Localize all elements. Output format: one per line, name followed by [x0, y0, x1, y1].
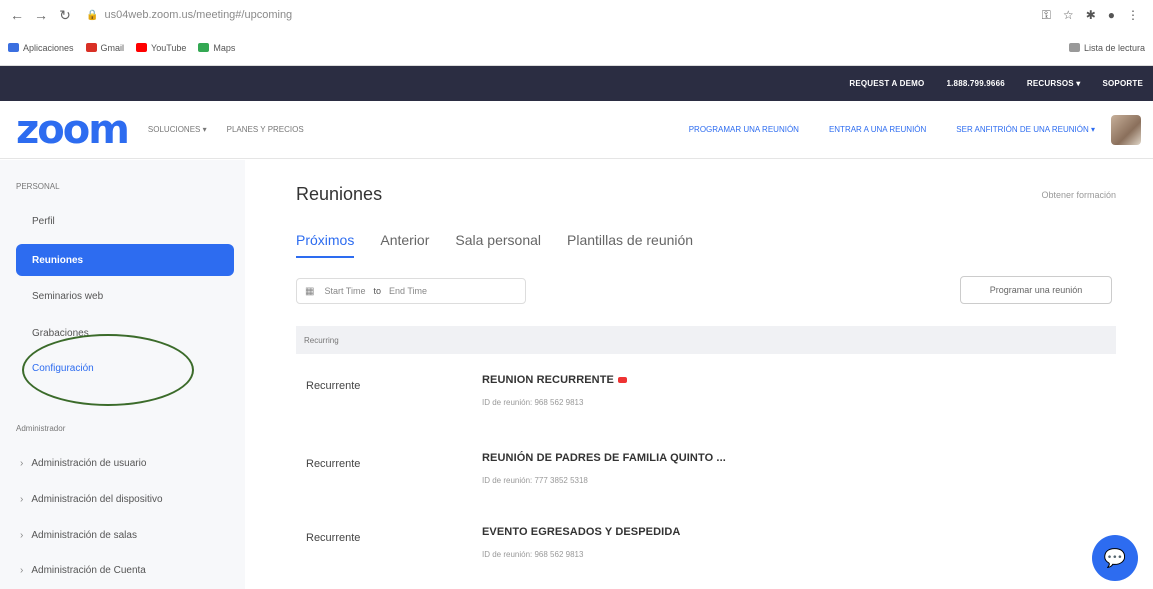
meeting-type: Recurrente: [306, 380, 361, 392]
bookmark-youtube[interactable]: YouTube: [136, 43, 186, 53]
key-icon[interactable]: ⚿: [1042, 8, 1051, 23]
avatar[interactable]: [1111, 114, 1141, 145]
chevron-right-icon: ›: [20, 565, 24, 576]
reload-icon[interactable]: ↻: [56, 6, 74, 24]
chevron-right-icon: ›: [20, 458, 24, 469]
address-bar[interactable]: 🔒 us04web.zoom.us/meeting#/upcoming: [80, 4, 1042, 26]
meeting-id: ID de reunión: 968 562 9813: [482, 398, 584, 407]
solutions-menu[interactable]: SOLUCIONES ▾: [148, 125, 207, 134]
page-title: Reuniones: [296, 184, 383, 204]
highlight-ellipse: [22, 334, 194, 406]
meeting-id: ID de reunión: 777 3852 5318: [482, 476, 588, 485]
forward-icon[interactable]: →: [32, 6, 50, 24]
request-demo-link[interactable]: REQUEST A DEMO: [849, 79, 924, 88]
chat-bubble-icon: 💬: [1103, 547, 1127, 568]
schedule-meeting-button[interactable]: Programar una reunión: [960, 276, 1112, 304]
meeting-type: Recurrente: [306, 458, 361, 470]
start-time-input[interactable]: Start Time: [324, 286, 365, 296]
tab-personal-room[interactable]: Sala personal: [455, 232, 541, 258]
recording-icon: [617, 377, 627, 384]
sidebar-section-personal: PERSONAL: [16, 182, 60, 191]
browser-toolbar: ← → ↻ 🔒 us04web.zoom.us/meeting#/upcomin…: [0, 0, 1153, 30]
sidebar-admin-rooms[interactable]: › Administración de salas: [20, 530, 137, 541]
phone-link[interactable]: 1.888.799.9666: [946, 79, 1004, 88]
apps-icon: [8, 43, 19, 52]
bookmarks-bar: Aplicaciones Gmail YouTube Maps Lista de…: [0, 30, 1153, 66]
maps-icon: [198, 43, 210, 52]
meeting-row[interactable]: Recurrente EVENTO EGRESADOS Y DESPEDIDA …: [296, 520, 1116, 580]
support-link[interactable]: SOPORTE: [1102, 79, 1143, 88]
meeting-row[interactable]: Recurrente REUNIÓN DE PADRES DE FAMILIA …: [296, 446, 1116, 506]
meeting-title-link[interactable]: REUNIÓN DE PADRES DE FAMILIA QUINTO ...: [482, 452, 726, 464]
menu-icon[interactable]: ⋮: [1127, 8, 1139, 23]
meeting-row[interactable]: Recurrente REUNION RECURRENTE ID de reun…: [296, 368, 1116, 428]
zoom-topbar: REQUEST A DEMO 1.888.799.9666 RECURSOS ▾…: [0, 66, 1153, 101]
zoom-logo[interactable]: zoom: [16, 107, 130, 153]
get-training-link[interactable]: Obtener formación: [1041, 190, 1116, 200]
tab-meeting-templates[interactable]: Plantillas de reunión: [567, 232, 693, 258]
host-meeting-menu[interactable]: SER ANFITRIÓN DE UNA REUNIÓN ▾: [956, 125, 1095, 134]
end-time-input[interactable]: End Time: [389, 286, 427, 296]
meeting-type: Recurrente: [306, 532, 361, 544]
lock-icon: 🔒: [86, 9, 99, 21]
bookmark-maps[interactable]: Maps: [198, 43, 235, 53]
sidebar-item-profile[interactable]: Perfil: [16, 205, 234, 237]
zoom-header: zoom SOLUCIONES ▾ PLANES Y PRECIOS PROGR…: [0, 101, 1153, 159]
resources-menu[interactable]: RECURSOS ▾: [1027, 79, 1081, 88]
gmail-icon: [85, 43, 97, 52]
chevron-right-icon: ›: [20, 494, 24, 505]
meeting-id: ID de reunión: 968 562 9813: [482, 550, 584, 559]
back-icon[interactable]: ←: [8, 6, 26, 24]
sidebar-admin-devices[interactable]: › Administración del dispositivo: [20, 494, 163, 505]
meeting-tabs: Próximos Anterior Sala personal Plantill…: [296, 232, 719, 258]
reading-list[interactable]: Lista de lectura: [1068, 43, 1145, 53]
sidebar-item-meetings[interactable]: Reuniones: [16, 244, 234, 276]
sidebar-admin-users[interactable]: › Administración de usuario: [20, 458, 146, 469]
bookmark-gmail[interactable]: Gmail: [85, 43, 124, 53]
sidebar-section-admin: Administrador: [16, 424, 66, 433]
chevron-right-icon: ›: [20, 530, 24, 541]
recurring-group-header: Recurring: [296, 326, 1116, 354]
tab-upcoming[interactable]: Próximos: [296, 232, 355, 258]
schedule-meeting-link[interactable]: PROGRAMAR UNA REUNIÓN: [689, 125, 799, 134]
youtube-icon: [136, 43, 148, 52]
star-icon[interactable]: ☆: [1063, 8, 1074, 23]
date-separator: to: [373, 286, 381, 296]
chat-button[interactable]: 💬: [1092, 535, 1138, 581]
profile-icon[interactable]: ●: [1108, 8, 1115, 23]
plans-pricing-link[interactable]: PLANES Y PRECIOS: [227, 125, 304, 134]
join-meeting-link[interactable]: ENTRAR A UNA REUNIÓN: [829, 125, 926, 134]
url-text: us04web.zoom.us/meeting#/upcoming: [104, 9, 293, 21]
main-content: Reuniones Obtener formación Próximos Ant…: [296, 160, 1116, 589]
sidebar-admin-account[interactable]: › Administración de Cuenta: [20, 565, 146, 576]
extension-icon[interactable]: ✱: [1086, 8, 1096, 23]
calendar-icon: ▦: [305, 285, 315, 297]
reading-list-icon: [1068, 43, 1080, 52]
tab-previous[interactable]: Anterior: [380, 232, 429, 258]
meeting-title-link[interactable]: EVENTO EGRESADOS Y DESPEDIDA: [482, 526, 680, 538]
bookmark-apps[interactable]: Aplicaciones: [8, 43, 74, 53]
sidebar-item-webinars[interactable]: Seminarios web: [16, 280, 234, 312]
meeting-title-link[interactable]: REUNION RECURRENTE: [482, 374, 627, 386]
date-range-picker[interactable]: ▦ Start Time to End Time: [296, 278, 526, 304]
